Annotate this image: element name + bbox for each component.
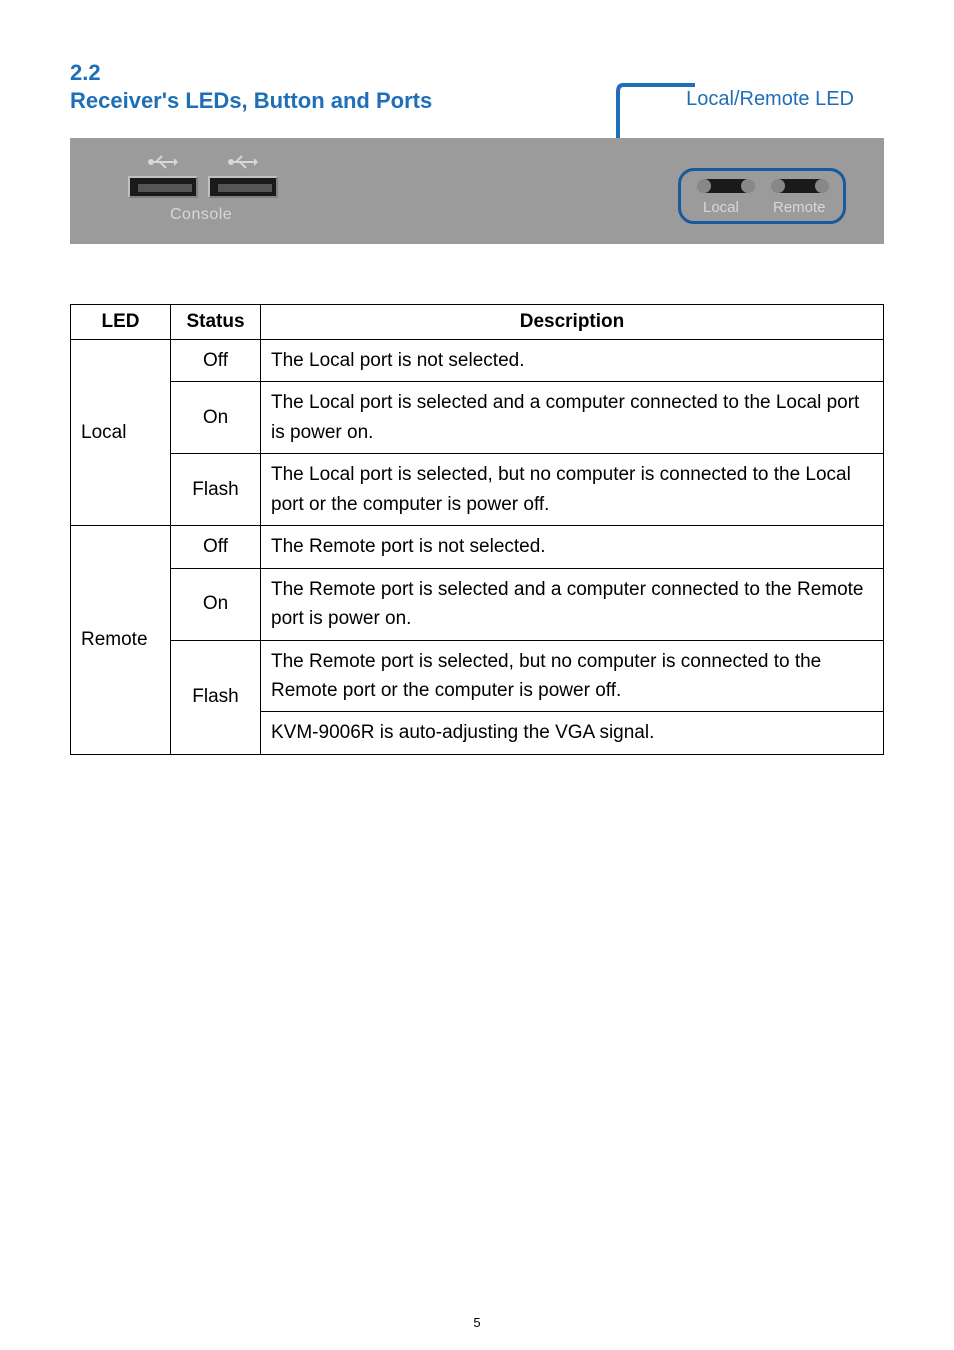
cell-desc: The Local port is not selected. [261, 340, 884, 382]
remote-led-icon [773, 179, 827, 193]
usb-port [128, 176, 198, 198]
callout-label: Local/Remote LED [686, 88, 854, 111]
cell-status: Off [171, 526, 261, 568]
led-description-table: LED Status Description Local Off The Loc… [70, 304, 884, 755]
cell-desc: The Remote port is selected and a comput… [261, 568, 884, 640]
section-number: 2.2 [70, 60, 432, 86]
usb-arrow-icon [228, 152, 258, 172]
cell-desc: The Local port is selected and a compute… [261, 382, 884, 454]
local-led-label: Local [703, 199, 739, 216]
cell-led: Local [71, 340, 171, 526]
device-panel: Console Local Remote [70, 138, 884, 244]
header-led: LED [71, 305, 171, 340]
table-row: Flash The Remote port is selected, but n… [71, 640, 884, 712]
cell-status: On [171, 382, 261, 454]
led-group-highlight: Local Remote [678, 168, 846, 224]
table-row: On The Remote port is selected and a com… [71, 568, 884, 640]
cell-desc: The Remote port is selected, but no comp… [261, 640, 884, 712]
usb-port [208, 176, 278, 198]
cell-led: Remote [71, 526, 171, 755]
usb-arrow-icon [148, 152, 178, 172]
console-label: Console [170, 206, 232, 224]
cell-desc: KVM-9006R is auto-adjusting the VGA sign… [261, 712, 884, 754]
local-led-icon [699, 179, 753, 193]
header-status: Status [171, 305, 261, 340]
table-row: On The Local port is selected and a comp… [71, 382, 884, 454]
cell-status: On [171, 568, 261, 640]
table-row: Remote Off The Remote port is not select… [71, 526, 884, 568]
table-header-row: LED Status Description [71, 305, 884, 340]
table-row: Flash The Local port is selected, but no… [71, 454, 884, 526]
cell-status: Flash [171, 454, 261, 526]
remote-led-label: Remote [773, 199, 826, 216]
header-description: Description [261, 305, 884, 340]
table-row: Local Off The Local port is not selected… [71, 340, 884, 382]
cell-status: Off [171, 340, 261, 382]
cell-desc: The Remote port is not selected. [261, 526, 884, 568]
page-number: 5 [0, 1315, 954, 1330]
section-header: 2.2 Receiver's LEDs, Button and Ports Lo… [70, 60, 884, 114]
cell-status: Flash [171, 640, 261, 754]
cell-desc: The Local port is selected, but no compu… [261, 454, 884, 526]
section-title: Receiver's LEDs, Button and Ports [70, 88, 432, 114]
